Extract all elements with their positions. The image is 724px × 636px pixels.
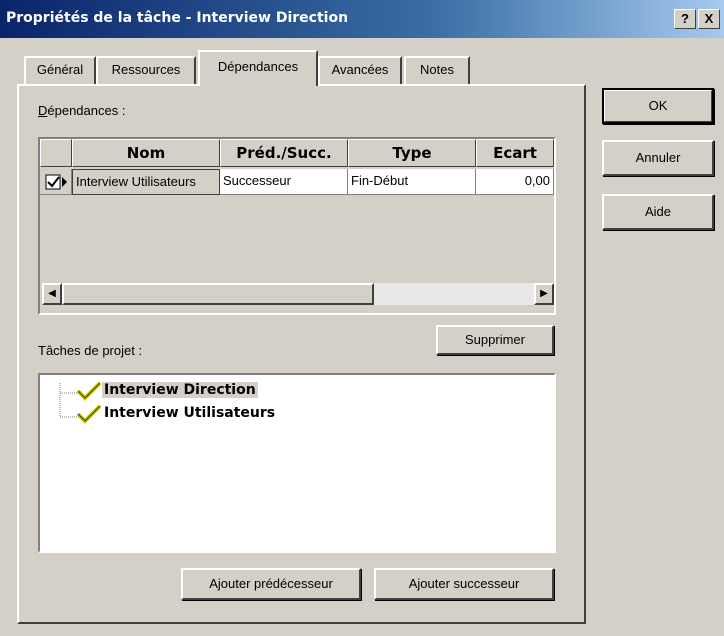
scroll-right-icon[interactable]: ▶ — [534, 283, 554, 305]
delete-button[interactable]: Supprimer — [436, 325, 554, 355]
cell-type[interactable]: Fin-Début — [348, 169, 476, 195]
add-predecessor-button[interactable]: Ajouter prédécesseur — [181, 568, 361, 600]
tab-ressources[interactable]: Ressources — [96, 56, 196, 84]
column-header-pred-succ[interactable]: Préd./Succ. — [220, 139, 348, 167]
delete-button-label: Supprimer — [465, 332, 525, 347]
scroll-thumb[interactable] — [62, 283, 374, 305]
project-tasks-label: Tâches de projet : — [38, 343, 143, 358]
project-tasks-tree[interactable]: Interview Direction Interview Utilisateu… — [38, 373, 556, 553]
task-interview-utilisateurs: Interview Utilisateurs — [104, 405, 276, 421]
title-bar[interactable]: Propriétés de la tâche - Interview Direc… — [0, 0, 724, 38]
close-title-button[interactable]: X — [698, 9, 720, 29]
list-item[interactable]: Interview Direction — [68, 381, 328, 403]
tab-avancees[interactable]: Avancées — [318, 56, 402, 84]
ok-button[interactable]: OK — [602, 88, 714, 124]
checkmark-icon — [76, 381, 102, 401]
cell-nom[interactable]: Interview Utilisateurs — [72, 169, 220, 195]
checkmark-icon — [76, 404, 102, 424]
row-selector[interactable] — [40, 169, 72, 195]
cell-ecart[interactable]: 0,00 — [476, 169, 554, 195]
list-item[interactable]: Interview Utilisateurs — [68, 404, 328, 426]
horizontal-scrollbar[interactable]: ◀ ▶ — [42, 283, 554, 305]
scroll-left-icon[interactable]: ◀ — [42, 283, 62, 305]
cancel-button[interactable]: Annuler — [602, 140, 714, 176]
window-title: Propriétés de la tâche - Interview Direc… — [6, 10, 349, 26]
help-button[interactable]: Aide — [602, 194, 714, 230]
dependencies-label: Dépendances : — [38, 103, 126, 118]
task-properties-dialog: Propriétés de la tâche - Interview Direc… — [0, 0, 724, 636]
tab-dependances[interactable]: Dépendances — [198, 50, 318, 86]
add-successor-button[interactable]: Ajouter successeur — [374, 568, 554, 600]
tab-notes[interactable]: Notes — [404, 56, 470, 84]
dependencies-label-text: épendances : — [47, 103, 126, 118]
task-interview-direction: Interview Direction — [102, 382, 258, 398]
column-header-nom[interactable]: Nom — [72, 139, 220, 167]
column-header-type[interactable]: Type — [348, 139, 476, 167]
help-title-button[interactable]: ? — [674, 9, 696, 29]
cell-pred-succ[interactable]: Successeur — [220, 169, 348, 195]
column-header-ecart[interactable]: Ecart — [476, 139, 554, 167]
checkbox-arrow-icon — [45, 174, 67, 190]
tab-general[interactable]: Général — [24, 56, 96, 84]
ok-button-inner — [604, 90, 712, 122]
grid-corner-header — [40, 139, 72, 167]
